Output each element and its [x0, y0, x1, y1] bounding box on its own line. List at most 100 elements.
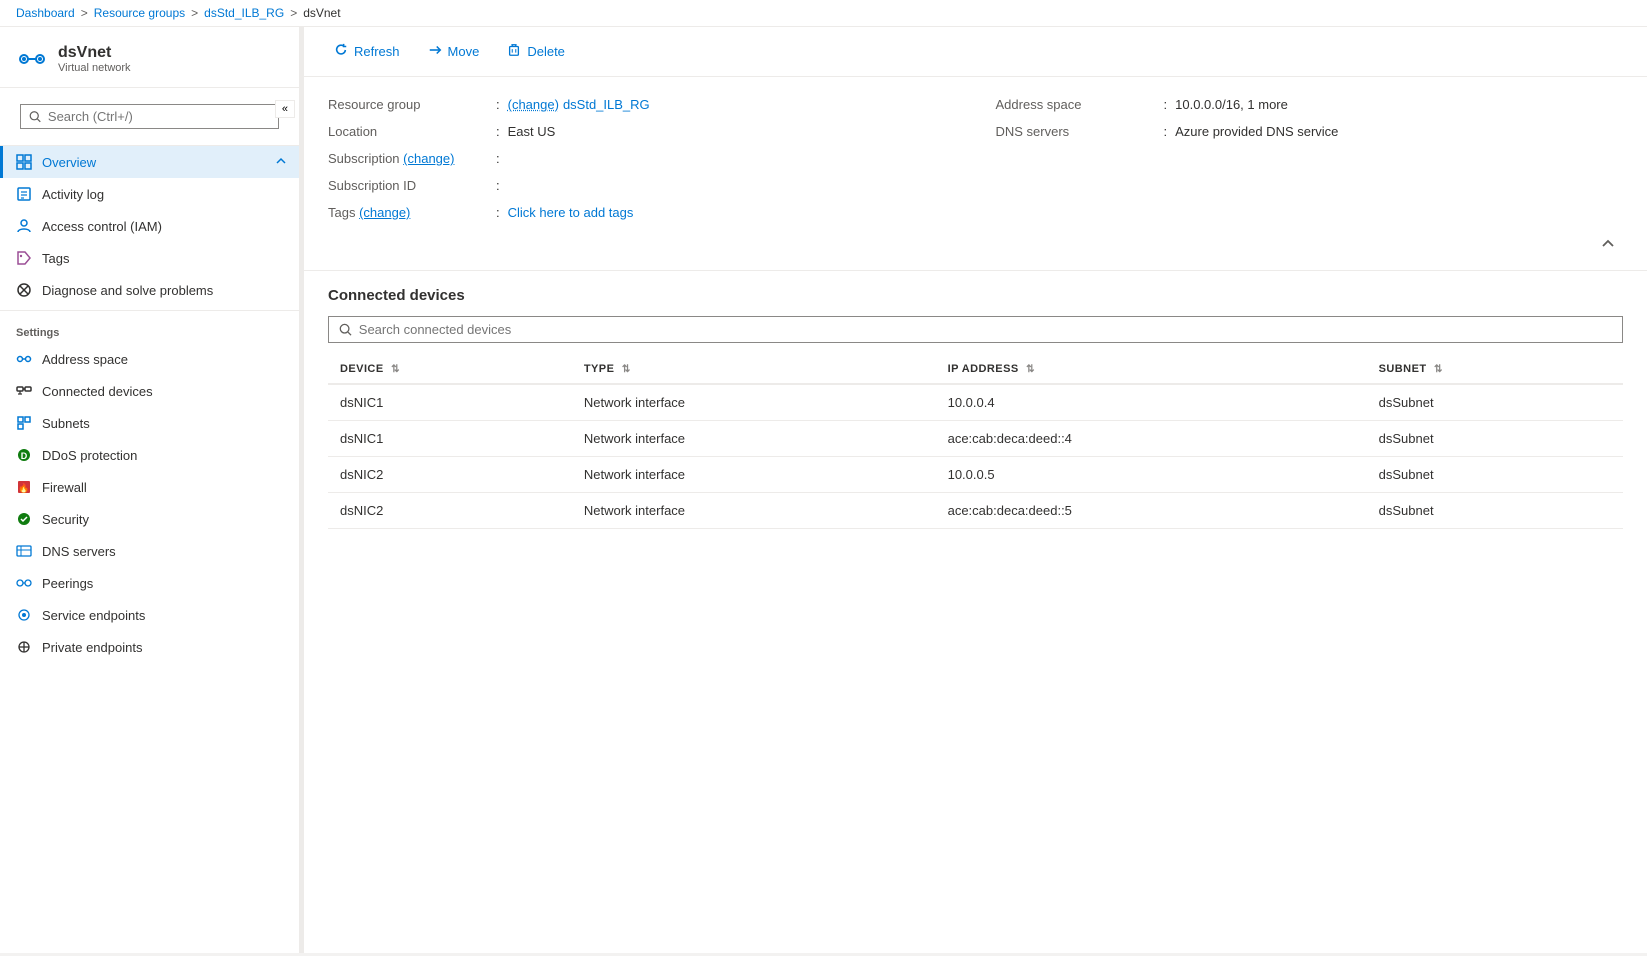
resource-group-change-link[interactable]: (change) [508, 97, 559, 112]
sidebar-nav: Overview Activity log [0, 146, 299, 663]
sidebar-item-security[interactable]: Security [0, 503, 299, 535]
diagnose-icon [16, 282, 32, 298]
sidebar-item-iam-label: Access control (IAM) [42, 219, 162, 234]
resource-name: dsVnet [58, 44, 131, 62]
cell-type: Network interface [572, 457, 936, 493]
sidebar-item-firewall-label: Firewall [42, 480, 87, 495]
dns-servers-value: Azure provided DNS service [1175, 124, 1338, 139]
subscription-label: Subscription (change) [328, 151, 488, 166]
move-label: Move [448, 44, 480, 59]
sidebar-item-overview[interactable]: Overview [0, 146, 299, 178]
cell-ip_address: 10.0.0.5 [936, 457, 1367, 493]
move-button[interactable]: Move [414, 37, 494, 66]
ddos-icon: D [16, 447, 32, 463]
delete-button[interactable]: Delete [493, 37, 579, 66]
collapse-sidebar-button[interactable]: « [275, 100, 295, 118]
col-type[interactable]: TYPE ⇅ [572, 355, 936, 384]
resource-header: dsVnet Virtual network [0, 27, 299, 88]
sidebar-item-activity-log[interactable]: Activity log [0, 178, 299, 210]
breadcrumb-rg-name[interactable]: dsStd_ILB_RG [204, 6, 284, 20]
connected-devices-title: Connected devices [328, 287, 1623, 304]
breadcrumb-sep-2: > [191, 6, 198, 20]
resource-group-label: Resource group [328, 97, 488, 112]
tags-change-link[interactable]: (change) [359, 205, 410, 220]
sidebar-item-overview-label: Overview [42, 155, 96, 170]
sidebar-item-private-endpoints[interactable]: Private endpoints [0, 631, 299, 663]
resource-subtitle: Virtual network [58, 62, 131, 74]
cell-ip_address: ace:cab:deca:deed::5 [936, 493, 1367, 529]
sort-device-icon: ⇅ [391, 364, 400, 375]
service-endpoints-icon [16, 607, 32, 623]
move-icon [428, 43, 442, 60]
devices-search-input[interactable] [359, 322, 1612, 337]
cell-subnet: dsSubnet [1367, 493, 1623, 529]
overview-section: Resource group : (change) dsStd_ILB_RG L… [304, 77, 1647, 271]
refresh-button[interactable]: Refresh [320, 37, 414, 66]
connected-devices-section: Connected devices DEVICE [304, 271, 1647, 545]
overview-icon [16, 154, 32, 170]
toolbar: Refresh Move [304, 27, 1647, 77]
tags-add-link[interactable]: Click here to add tags [508, 205, 634, 220]
sidebar-item-peerings[interactable]: Peerings [0, 567, 299, 599]
sidebar-item-address-space[interactable]: Address space [0, 343, 299, 375]
sidebar-item-connected-devices[interactable]: Connected devices [0, 375, 299, 407]
overview-left-col: Resource group : (change) dsStd_ILB_RG L… [328, 93, 976, 224]
search-icon [29, 110, 42, 124]
peerings-icon [16, 575, 32, 591]
address-space-value: 10.0.0.0/16, 1 more [1175, 97, 1288, 112]
svg-text:🔥: 🔥 [18, 482, 29, 493]
cell-type: Network interface [572, 493, 936, 529]
overview-right-col: Address space : 10.0.0.0/16, 1 more DNS … [976, 93, 1624, 224]
table-row: dsNIC2Network interfaceace:cab:deca:deed… [328, 493, 1623, 529]
breadcrumb-dashboard[interactable]: Dashboard [16, 6, 75, 20]
sort-type-icon: ⇅ [622, 364, 631, 375]
sidebar-item-dns[interactable]: DNS servers [0, 535, 299, 567]
sidebar-item-diagnose[interactable]: Diagnose and solve problems [0, 274, 299, 306]
col-device[interactable]: DEVICE ⇅ [328, 355, 572, 384]
table-header: DEVICE ⇅ TYPE ⇅ IP ADDRESS ⇅ [328, 355, 1623, 384]
table-row: dsNIC1Network interfaceace:cab:deca:deed… [328, 421, 1623, 457]
col-subnet[interactable]: SUBNET ⇅ [1367, 355, 1623, 384]
sort-subnet-icon: ⇅ [1434, 364, 1443, 375]
collapse-overview-button[interactable] [1593, 232, 1623, 254]
sidebar-item-service-endpoints[interactable]: Service endpoints [0, 599, 299, 631]
security-icon [16, 511, 32, 527]
sidebar-search-box[interactable] [20, 104, 279, 129]
refresh-label: Refresh [354, 44, 400, 59]
refresh-icon [334, 43, 348, 60]
dns-icon [16, 543, 32, 559]
sidebar-item-ddos[interactable]: D DDoS protection [0, 439, 299, 471]
iam-icon [16, 218, 32, 234]
resource-group-value-link[interactable]: dsStd_ILB_RG [563, 97, 650, 112]
devices-search-icon [339, 323, 353, 337]
subscription-change-link[interactable]: (change) [403, 151, 454, 166]
tags-label: Tags (change) [328, 205, 488, 220]
private-endpoints-icon [16, 639, 32, 655]
address-space-label: Address space [996, 97, 1156, 112]
table-row: dsNIC1Network interface10.0.0.4dsSubnet [328, 384, 1623, 421]
sidebar-item-tags[interactable]: Tags [0, 242, 299, 274]
subnets-icon [16, 415, 32, 431]
cell-subnet: dsSubnet [1367, 457, 1623, 493]
breadcrumb-resource-groups[interactable]: Resource groups [94, 6, 185, 20]
sidebar-item-address-space-label: Address space [42, 352, 128, 367]
table-row: dsNIC2Network interface10.0.0.5dsSubnet [328, 457, 1623, 493]
search-input[interactable] [48, 109, 270, 124]
sidebar-item-iam[interactable]: Access control (IAM) [0, 210, 299, 242]
activity-log-icon [16, 186, 32, 202]
devices-search-box[interactable] [328, 316, 1623, 343]
cell-ip_address: ace:cab:deca:deed::4 [936, 421, 1367, 457]
sidebar-item-subnets[interactable]: Subnets [0, 407, 299, 439]
connected-devices-icon [16, 383, 32, 399]
location-value: East US [508, 124, 556, 139]
sort-ip-icon: ⇅ [1026, 364, 1035, 375]
sidebar: dsVnet Virtual network « [0, 27, 300, 953]
cell-subnet: dsSubnet [1367, 384, 1623, 421]
sidebar-item-firewall[interactable]: 🔥 Firewall [0, 471, 299, 503]
sidebar-item-security-label: Security [42, 512, 89, 527]
settings-section-header: Settings [0, 315, 299, 343]
chevron-up-icon [275, 155, 287, 167]
cell-type: Network interface [572, 384, 936, 421]
overview-tags-row: Tags (change) : Click here to add tags [328, 201, 976, 224]
col-ip[interactable]: IP ADDRESS ⇅ [936, 355, 1367, 384]
